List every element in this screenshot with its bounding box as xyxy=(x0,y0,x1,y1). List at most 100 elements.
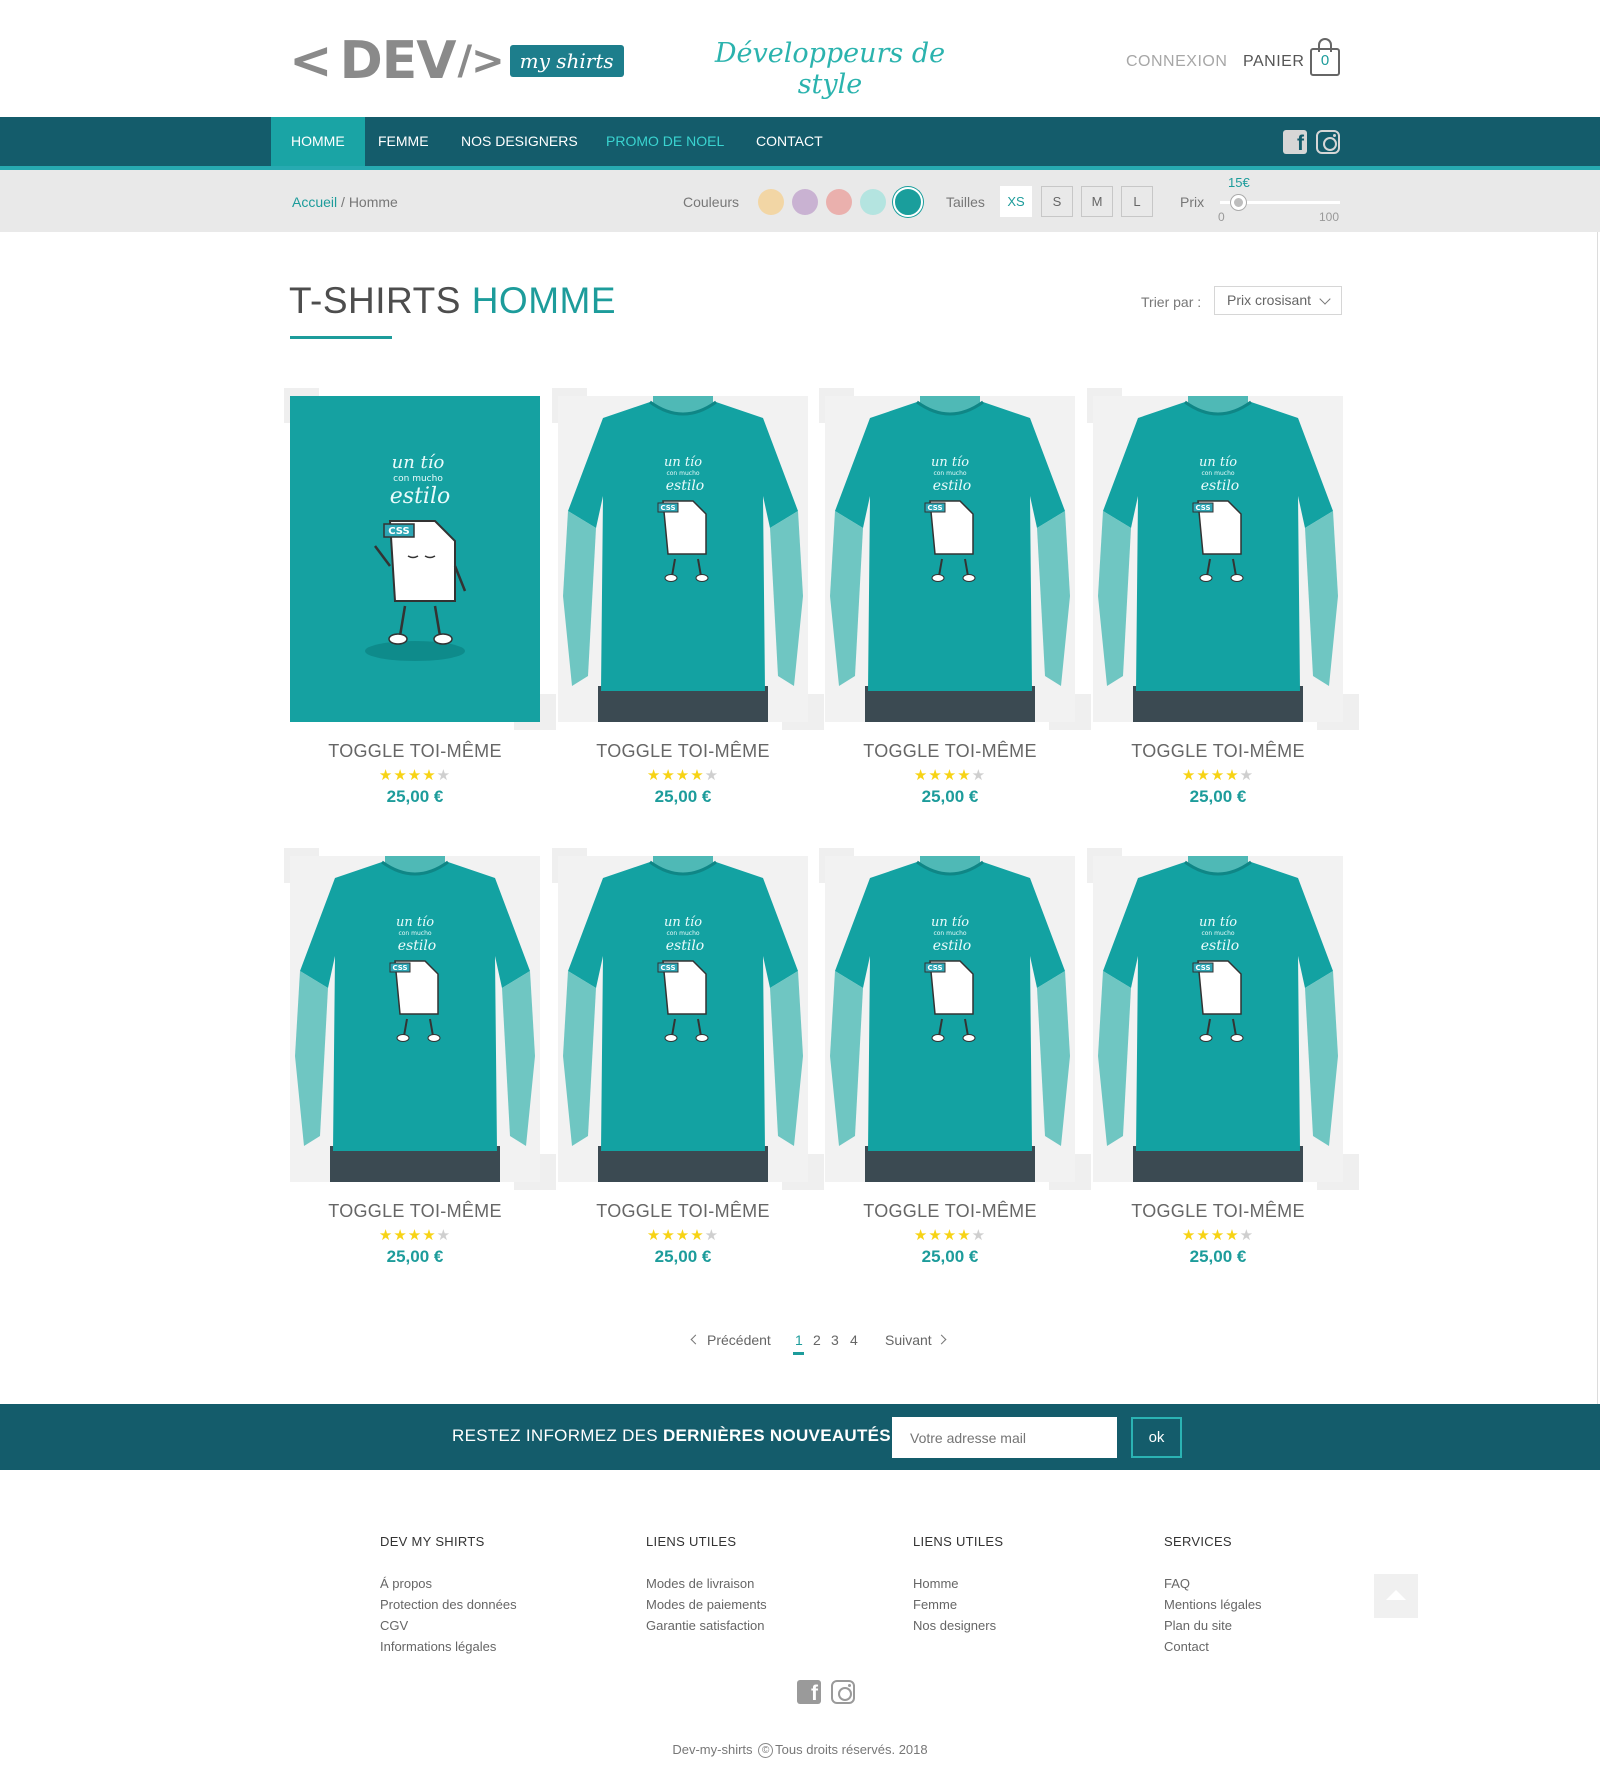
nav-item-contact[interactable]: CONTACT xyxy=(756,117,823,166)
sort-select[interactable]: Prix crosisant xyxy=(1214,286,1342,315)
footer-link[interactable]: Contact xyxy=(1164,1639,1209,1654)
footer-link[interactable]: Á propos xyxy=(380,1576,432,1591)
product-name[interactable]: TOGGLE TOI-MÊME xyxy=(558,741,808,762)
nav-item-femme[interactable]: FEMME xyxy=(378,117,429,166)
svg-text:estilo: estilo xyxy=(933,478,971,494)
svg-text:un tío: un tío xyxy=(1199,455,1237,470)
size-xs[interactable]: XS xyxy=(1000,186,1032,217)
product-card[interactable]: un tío con mucho estilo CSS TOGGLE TOI-M… xyxy=(819,388,1093,816)
footer-link[interactable]: Protection des données xyxy=(380,1597,517,1612)
size-s[interactable]: S xyxy=(1041,186,1073,217)
svg-text:con mucho: con mucho xyxy=(1201,930,1234,937)
footer-link[interactable]: Modes de paiements xyxy=(646,1597,767,1612)
star-icon: ★ xyxy=(1225,767,1240,784)
product-name[interactable]: TOGGLE TOI-MÊME xyxy=(1093,1201,1343,1222)
product-card[interactable]: un tío con mucho estilo CSS TOGGLE TOI-M… xyxy=(1087,848,1361,1276)
footer-link[interactable]: FAQ xyxy=(1164,1576,1190,1591)
size-l[interactable]: L xyxy=(1121,186,1153,217)
pagination-prev[interactable]: Précédent xyxy=(707,1332,771,1348)
nav-item-homme[interactable]: HOMME xyxy=(271,117,365,166)
price-slider-knob[interactable] xyxy=(1231,195,1246,210)
facebook-icon[interactable] xyxy=(1283,130,1307,156)
footer-link[interactable]: Homme xyxy=(913,1576,959,1591)
product-rating: ★★★★★ xyxy=(558,1226,808,1244)
product-image[interactable]: un tío con mucho estilo CSS xyxy=(558,396,808,722)
product-card[interactable]: un tío con mucho estilo CSS TOGGLE TOI-M… xyxy=(552,848,826,1276)
newsletter-submit-button[interactable]: ok xyxy=(1131,1417,1182,1458)
product-image[interactable]: un tío con mucho estilo CSS xyxy=(558,856,808,1182)
copyright-name: Dev-my-shirts xyxy=(672,1742,753,1757)
star-icon: ★ xyxy=(422,1227,437,1244)
footer-link[interactable]: Garantie satisfaction xyxy=(646,1618,765,1633)
product-price: 25,00 € xyxy=(654,1247,712,1266)
main-nav: HOMME FEMME NOS DESIGNERS PROMO DE NOEL … xyxy=(0,117,1600,170)
pagination-page-1[interactable]: 1 xyxy=(795,1332,803,1348)
star-icon: ★ xyxy=(942,767,958,784)
product-name[interactable]: TOGGLE TOI-MÊME xyxy=(1093,741,1343,762)
product-card[interactable]: un tío con mucho estilo CSS TOGGLE TOI-M… xyxy=(1087,388,1361,816)
sort-value: Prix crosisant xyxy=(1227,292,1312,308)
product-image[interactable]: un tío con mucho estilo CSS xyxy=(825,396,1075,722)
newsletter-email-input[interactable] xyxy=(892,1417,1117,1458)
instagram-icon[interactable] xyxy=(1316,130,1340,154)
cart-bag-icon[interactable]: 0 xyxy=(1310,38,1340,76)
newsletter-bar: RESTEZ INFORMEZ DES DERNIÈRES NOUVEAUTÉS… xyxy=(0,1404,1600,1470)
footer-link[interactable]: Mentions légales xyxy=(1164,1597,1262,1612)
pagination-next[interactable]: Suivant xyxy=(885,1332,932,1348)
star-icon: ★ xyxy=(1225,1227,1240,1244)
star-icon: ★ xyxy=(928,1227,943,1244)
pagination-page-3[interactable]: 3 xyxy=(831,1332,839,1348)
product-name[interactable]: TOGGLE TOI-MÊME xyxy=(825,741,1075,762)
color-swatch[interactable] xyxy=(860,189,886,215)
price-min: 0 xyxy=(1218,210,1225,224)
nav-item-promo[interactable]: PROMO DE NOEL xyxy=(606,117,724,166)
product-name[interactable]: TOGGLE TOI-MÊME xyxy=(290,1201,540,1222)
star-icon: ★ xyxy=(1181,1227,1197,1244)
site-logo[interactable]: < DEV /> my shirts xyxy=(289,35,624,87)
star-icon: ★ xyxy=(942,1227,958,1244)
svg-text:CSS: CSS xyxy=(392,964,407,972)
star-icon: ★ xyxy=(661,767,676,784)
pagination-page-4[interactable]: 4 xyxy=(850,1332,858,1348)
product-card[interactable]: un tío con mucho estilo CSS TOGGLE TOI-M… xyxy=(819,848,1093,1276)
product-name[interactable]: TOGGLE TOI-MÊME xyxy=(825,1201,1075,1222)
pagination-page-2[interactable]: 2 xyxy=(813,1332,821,1348)
product-card[interactable]: un tío con mucho estilo CSS TOGGLE TOI-M… xyxy=(284,388,558,816)
footer-column-title: SERVICES xyxy=(1164,1534,1232,1549)
footer-link[interactable]: Informations légales xyxy=(380,1639,496,1654)
product-image[interactable]: un tío con mucho estilo CSS xyxy=(290,856,540,1182)
footer-link[interactable]: Modes de livraison xyxy=(646,1576,754,1591)
footer-link[interactable]: Plan du site xyxy=(1164,1618,1232,1633)
product-image[interactable]: un tío con mucho estilo CSS xyxy=(825,856,1075,1182)
product-name[interactable]: TOGGLE TOI-MÊME xyxy=(558,1201,808,1222)
footer-link[interactable]: CGV xyxy=(380,1618,408,1633)
svg-text:un tío: un tío xyxy=(392,452,445,473)
size-m[interactable]: M xyxy=(1081,186,1113,217)
product-card[interactable]: un tío con mucho estilo CSS TOGGLE TOI-M… xyxy=(552,388,826,816)
copyright: Dev-my-shirts © Tous droits réservés. 201… xyxy=(0,1742,1600,1759)
footer-facebook-icon[interactable] xyxy=(797,1680,821,1706)
back-to-top-button[interactable] xyxy=(1374,1574,1418,1618)
product-image[interactable]: un tío con mucho estilo CSS xyxy=(1093,396,1343,722)
footer-link[interactable]: Femme xyxy=(913,1597,957,1612)
star-icon: ★ xyxy=(971,1227,987,1244)
product-image[interactable]: un tío con mucho estilo CSS xyxy=(1093,856,1343,1182)
star-icon: ★ xyxy=(646,1227,662,1244)
tagline: Développeurs de style xyxy=(714,38,946,100)
color-swatch[interactable] xyxy=(758,189,784,215)
color-swatch[interactable] xyxy=(792,189,818,215)
login-link[interactable]: CONNEXION xyxy=(1126,53,1227,71)
color-swatch[interactable] xyxy=(893,187,923,217)
footer-link[interactable]: Nos designers xyxy=(913,1618,996,1633)
product-price: 25,00 € xyxy=(921,787,979,806)
star-icon: ★ xyxy=(1196,1227,1211,1244)
product-card[interactable]: un tío con mucho estilo CSS TOGGLE TOI-M… xyxy=(284,848,558,1276)
nav-item-designers[interactable]: NOS DESIGNERS xyxy=(461,117,578,166)
product-image[interactable]: un tío con mucho estilo CSS xyxy=(290,396,540,722)
color-swatch[interactable] xyxy=(826,189,852,215)
svg-text:estilo: estilo xyxy=(666,938,704,954)
product-name[interactable]: TOGGLE TOI-MÊME xyxy=(290,741,540,762)
cart-link[interactable]: PANIER xyxy=(1243,53,1304,71)
breadcrumb-home[interactable]: Accueil xyxy=(292,194,337,210)
footer-instagram-icon[interactable] xyxy=(831,1680,855,1704)
